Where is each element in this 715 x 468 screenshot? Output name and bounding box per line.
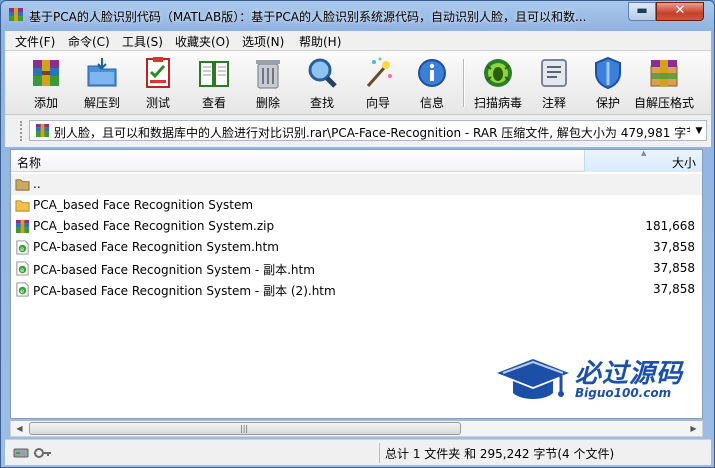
minimize-button[interactable]: ▬: [628, 2, 656, 21]
rar-archive-icon: [35, 123, 50, 138]
info-icon: [418, 59, 446, 87]
winrar-window: 基于PCA的人脸识别代码（MATLAB版）：基于PCA的人脸识别系统源代码，自动…: [0, 0, 715, 468]
add-archive-icon: [33, 60, 59, 86]
path-text: 别人脸，且可以和数据库中的人脸进行对比识别.rar\PCA-Face-Recog…: [54, 126, 690, 140]
folder-icon: [15, 200, 30, 212]
view-button[interactable]: 查看: [187, 54, 241, 112]
file-row-htm-copy-2[interactable]: e PCA-based Face Recognition System - 副本…: [11, 279, 702, 300]
close-button[interactable]: ✕: [656, 2, 704, 21]
wizard-wand-icon: [366, 57, 392, 87]
graduation-cap-icon: [497, 359, 569, 399]
test-icon: [146, 57, 170, 88]
search-icon: [308, 58, 337, 88]
file-name: PCA_based Face Recognition System: [33, 198, 254, 212]
path-field[interactable]: 别人脸，且可以和数据库中的人脸进行对比识别.rar\PCA-Face-Recog…: [29, 120, 707, 141]
file-size: 37,858: [653, 261, 695, 275]
menu-file[interactable]: 文件(F): [15, 33, 55, 50]
info-button-label: 信息: [419, 96, 444, 110]
virus-scan-icon: [484, 59, 512, 87]
add-button[interactable]: 添加: [19, 54, 73, 112]
column-header-name[interactable]: 名称: [17, 154, 41, 171]
address-bar: 别人脸，且可以和数据库中的人脸进行对比识别.rar\PCA-Face-Recog…: [5, 115, 711, 147]
scroll-right-icon[interactable]: ▶: [685, 421, 702, 436]
extract-to-icon: [87, 58, 117, 87]
svg-text:e: e: [20, 245, 24, 253]
comment-button[interactable]: 注释: [527, 54, 581, 112]
wizard-button[interactable]: 向导: [351, 54, 405, 112]
file-row-zip[interactable]: PCA_based Face Recognition System.zip 18…: [11, 216, 702, 237]
parent-folder-icon: [15, 179, 30, 191]
trash-icon: [256, 60, 280, 89]
watermark-logo: 必过源码 Biguo100.com: [495, 353, 700, 413]
status-divider: [379, 443, 380, 463]
scroll-left-icon[interactable]: ◀: [11, 421, 28, 436]
file-row-folder[interactable]: PCA_based Face Recognition System: [11, 195, 702, 216]
test-button[interactable]: 测试: [131, 54, 185, 112]
view-book-icon: [199, 61, 229, 87]
file-rows: .. PCA_based Face Recognition System PCA…: [11, 174, 702, 300]
file-size: 37,858: [653, 240, 695, 254]
file-size: 181,668: [645, 219, 695, 233]
shield-icon: [595, 56, 621, 90]
file-size: 37,858: [653, 282, 695, 296]
html-file-icon: e: [16, 240, 29, 255]
status-summary: 总计 1 文件夹 和 295,242 字节(4 个文件): [385, 447, 615, 461]
menu-help[interactable]: 帮助(H): [299, 33, 341, 50]
comment-icon: [541, 59, 567, 87]
status-bar: 总计 1 文件夹 和 295,242 字节(4 个文件): [5, 439, 711, 465]
watermark-subtitle: Biguo100.com: [575, 386, 672, 400]
file-name: PCA-based Face Recognition System - 副本 (…: [33, 284, 336, 298]
protect-button[interactable]: 保护: [581, 54, 635, 112]
watermark-title: 必过源码: [575, 359, 684, 389]
rar-archive-icon: [15, 219, 30, 234]
menu-options[interactable]: 选项(N): [242, 33, 284, 50]
menu-favorites[interactable]: 收藏夹(O): [175, 33, 230, 50]
delete-button[interactable]: 删除: [241, 54, 295, 112]
virus-scan-button[interactable]: 扫描病毒: [471, 54, 525, 112]
extract-to-button[interactable]: 解压到: [75, 54, 129, 112]
sort-arrow-icon: ▲: [641, 149, 647, 157]
file-name: PCA-based Face Recognition System - 副本.h…: [33, 263, 315, 277]
drive-key-icon: [13, 448, 51, 458]
sfx-box-icon: [650, 60, 678, 87]
svg-text:e: e: [20, 266, 24, 274]
file-name: ..: [33, 177, 41, 191]
column-header-size-cell[interactable]: ▲ 大小: [584, 149, 702, 172]
sfx-button[interactable]: 自解压格式: [634, 54, 694, 112]
info-button[interactable]: 信息: [405, 54, 459, 112]
menu-bar: 文件(F) 命令(C) 工具(S) 收藏夹(O) 选项(N) 帮助(H): [5, 31, 711, 51]
toolbar: 添加 解压到 测试 查看 删除 查找 向导 信息 扫描病毒 注释 保护 自解压格…: [5, 51, 711, 115]
file-name: PCA_based Face Recognition System.zip: [33, 219, 275, 233]
find-button[interactable]: 查找: [295, 54, 349, 112]
horizontal-scrollbar[interactable]: ◀ ||| ▶: [10, 421, 703, 437]
column-header-size: 大小: [671, 156, 696, 170]
svg-text:e: e: [20, 287, 24, 295]
path-dropdown-icon[interactable]: ▼: [693, 124, 705, 138]
winrar-app-icon: [9, 8, 23, 21]
address-bar-grip: [20, 121, 23, 141]
file-row-htm-copy[interactable]: e PCA-based Face Recognition System - 副本…: [11, 258, 702, 279]
thumb-grip-icon: |||: [240, 424, 249, 433]
html-file-icon: e: [16, 261, 29, 276]
html-file-icon: e: [16, 282, 29, 297]
file-row-htm[interactable]: e PCA-based Face Recognition System.htm …: [11, 237, 702, 258]
file-name: PCA-based Face Recognition System.htm: [33, 240, 279, 254]
list-header: 名称 ▲ 大小: [11, 149, 702, 172]
window-title: 基于PCA的人脸识别代码（MATLAB版）：基于PCA的人脸识别系统源代码，自动…: [29, 10, 587, 24]
menu-tools[interactable]: 工具(S): [122, 33, 163, 50]
menu-commands[interactable]: 命令(C): [68, 33, 110, 50]
file-row-parent[interactable]: ..: [11, 174, 702, 195]
toolbar-separator: [463, 59, 464, 107]
sfx-button-label: 自解压格式: [633, 96, 694, 110]
scrollbar-thumb[interactable]: |||: [29, 422, 461, 435]
title-bar[interactable]: 基于PCA的人脸识别代码（MATLAB版）：基于PCA的人脸识别系统源代码，自动…: [1, 1, 714, 31]
